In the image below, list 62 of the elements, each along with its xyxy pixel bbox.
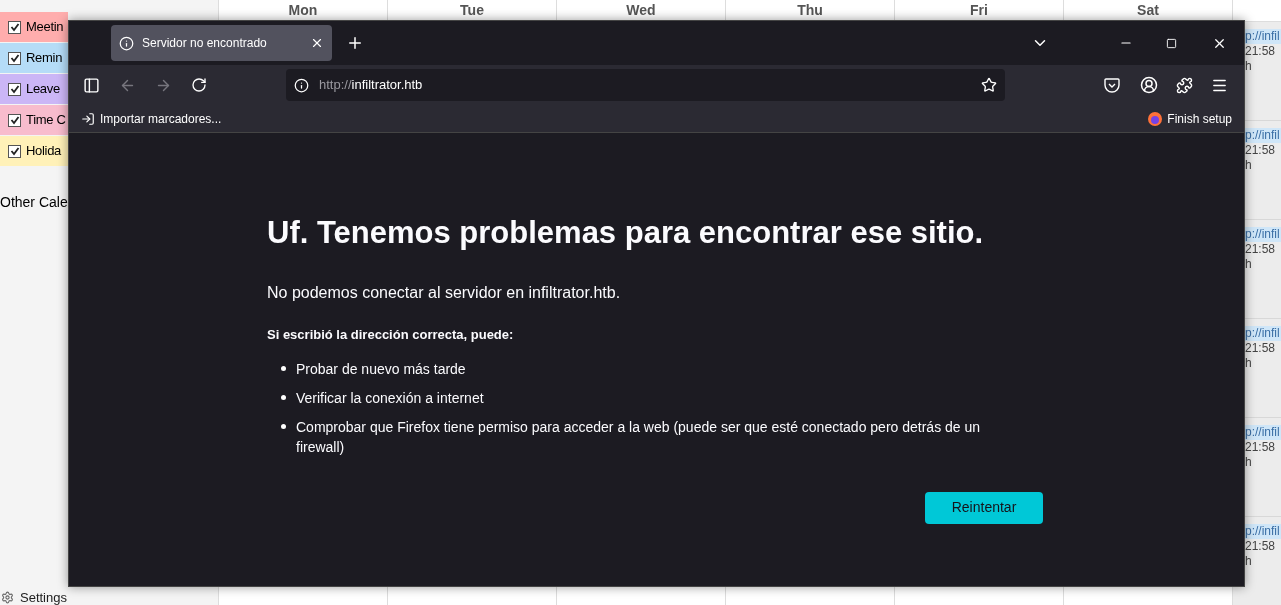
checkbox[interactable] [8,20,21,34]
import-icon [81,111,95,126]
account-icon[interactable] [1140,76,1158,94]
event-link[interactable]: p://infil [1245,524,1281,539]
category-row[interactable]: Remin [0,43,68,73]
day-header: Sat [1137,1,1159,20]
category-label: Time C [26,111,66,130]
event-time: 21:58 h [1245,539,1277,569]
event-time: 21:58 h [1245,341,1277,371]
event-link[interactable]: p://infil [1245,29,1281,44]
checkbox[interactable] [8,113,21,127]
bookmark-item[interactable]: Importar marcadores... [81,109,222,128]
checkbox[interactable] [8,51,21,65]
category-row[interactable]: Time C [0,105,68,135]
event-link[interactable]: p://infil [1245,425,1281,440]
settings-link[interactable]: Settings [20,590,67,604]
info-icon [119,35,134,51]
category-label: Remin [26,49,63,68]
day-header: Thu [797,1,823,20]
error-message: No podemos conectar al servidor en infiltrator.htb. [267,283,622,303]
browser-tab[interactable]: Servidor no encontrado [111,25,332,61]
category-row[interactable]: Holida [0,136,68,166]
close-icon[interactable] [310,36,324,50]
event-link[interactable]: p://infil [1245,227,1281,242]
event-time: 21:58 h [1245,44,1277,74]
tip-text: Probar de nuevo más tarde [296,359,466,379]
category-row[interactable]: Meetin [0,12,68,42]
maximize-icon[interactable] [1166,37,1177,49]
event-link[interactable]: p://infil [1245,128,1281,143]
event-time: 21:58 h [1245,440,1277,470]
retry-button[interactable]: Reintentar [925,491,1043,524]
sidebar-icon[interactable] [83,76,100,94]
category-row[interactable]: Leave [0,74,68,104]
reload-icon[interactable] [191,77,207,93]
checkbox[interactable] [8,144,21,158]
day-header: Fri [970,1,988,20]
url-text: http://infiltrator.htb [319,76,424,95]
day-header: Mon [288,1,318,20]
finish-setup-button[interactable]: Finish setup [1147,109,1232,128]
gear-icon [1,590,14,604]
tip-text: Comprobar que Firefox tiene permiso para acceder a la web (puede ser que esté conectado pero detrás de un firewall) [296,417,982,457]
browser-logo [1147,110,1164,127]
day-header: Wed [626,1,656,20]
category-label: Leave [26,80,60,99]
new-tab-icon[interactable] [346,34,364,52]
category-label: Holida [26,142,62,161]
extensions-icon[interactable] [1176,76,1193,94]
tip-text: Verificar la conexión a internet [296,388,484,408]
error-hint: Si escribió la dirección correcta, puede: [267,326,515,344]
error-title: Uf. Tenemos problemas para encontrar ese sitio. [267,214,985,252]
event-time: 21:58 h [1245,242,1277,272]
category-label: Meetin [26,18,64,37]
address-bar[interactable]: http://infiltrator.htb [286,69,1005,101]
day-header: Tue [460,1,484,20]
event-time: 21:58 h [1245,143,1277,173]
pocket-icon[interactable] [1104,77,1120,93]
checkbox[interactable] [8,82,21,96]
event-link[interactable]: p://infil [1245,326,1281,341]
tab-title: Servidor no encontrado [142,35,268,52]
bookmark-star-icon[interactable] [981,77,997,93]
section-title: Other Cale [0,193,68,212]
info-icon [294,77,309,93]
